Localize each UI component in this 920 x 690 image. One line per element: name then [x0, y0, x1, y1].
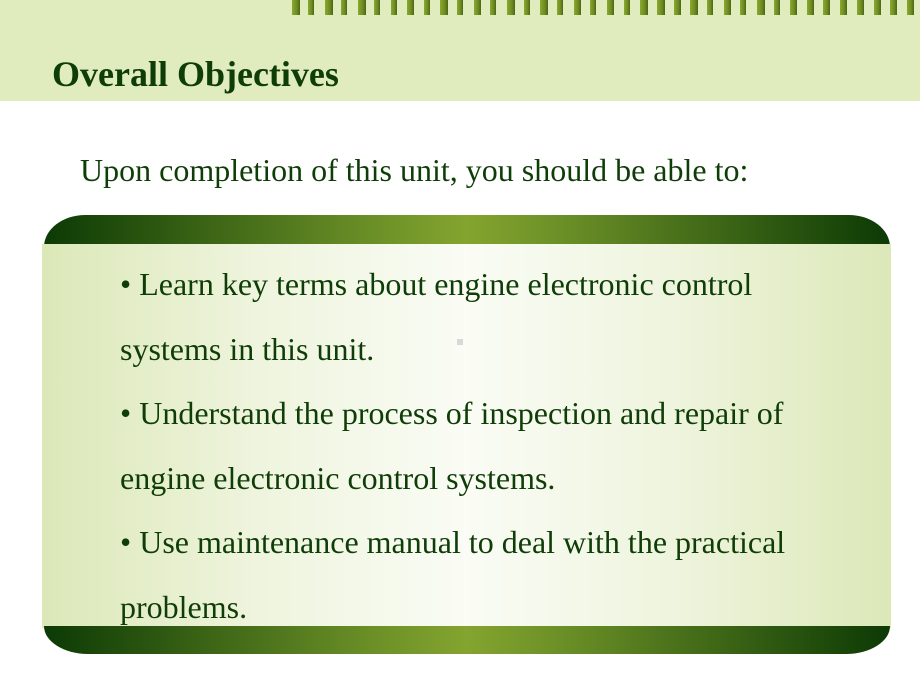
objective-2-line-2: engine electronic control systems.	[120, 459, 556, 496]
decorative-bar	[823, 0, 830, 15]
decorative-bar	[457, 0, 463, 15]
slide-title: Overall Objectives	[52, 54, 339, 94]
decorative-bar	[724, 0, 731, 15]
decorative-bar	[574, 0, 581, 15]
decorative-bar	[807, 0, 814, 15]
decorative-bar	[757, 0, 765, 15]
decorative-bar	[874, 0, 881, 15]
decorative-bar	[907, 0, 914, 15]
decorative-bar	[341, 0, 347, 15]
decorative-bar	[540, 0, 548, 15]
decorative-bar	[690, 0, 698, 15]
decorative-bar	[391, 0, 397, 15]
decorative-bar	[557, 0, 563, 15]
decorative-bar	[590, 0, 596, 15]
decorative-bar	[640, 0, 648, 15]
decorative-bar	[790, 0, 797, 15]
decorative-bar	[607, 0, 614, 15]
stray-marker-dot	[457, 339, 463, 345]
decorative-bar	[374, 0, 380, 15]
objective-3-line-1: • Use maintenance manual to deal with th…	[120, 524, 786, 560]
objective-1-line-1: • Learn key terms about engine electroni…	[120, 266, 753, 302]
objectives-box-top-border	[44, 215, 890, 247]
objective-3-line-2: problems.	[120, 588, 248, 625]
decorative-bar	[440, 0, 448, 15]
objective-2-line-1: • Understand the process of inspection a…	[120, 395, 784, 431]
decorative-bar	[857, 0, 864, 15]
decorative-bar	[292, 0, 300, 15]
decorative-bar	[358, 0, 366, 15]
decorative-bar	[674, 0, 681, 15]
decorative-bar	[507, 0, 515, 15]
objectives-list: • Learn key terms about engine electroni…	[120, 252, 880, 639]
decorative-bar	[890, 0, 897, 15]
decorative-bar	[840, 0, 847, 15]
objective-1-line-2: systems in this unit.	[120, 330, 375, 367]
decorative-bar	[325, 0, 333, 15]
decorative-bar	[490, 0, 496, 15]
decorative-bar	[524, 0, 530, 15]
decorative-bar	[774, 0, 780, 15]
decorative-bar	[740, 0, 746, 15]
decorative-bar	[424, 0, 430, 15]
decorative-bar	[407, 0, 414, 15]
slide-subtitle: Upon completion of this unit, you should…	[80, 152, 749, 188]
decorative-bar-strip	[281, 0, 920, 15]
decorative-bar	[624, 0, 630, 15]
decorative-bar	[707, 0, 713, 15]
decorative-bar	[657, 0, 665, 15]
decorative-bar	[308, 0, 314, 15]
decorative-bar	[474, 0, 481, 15]
